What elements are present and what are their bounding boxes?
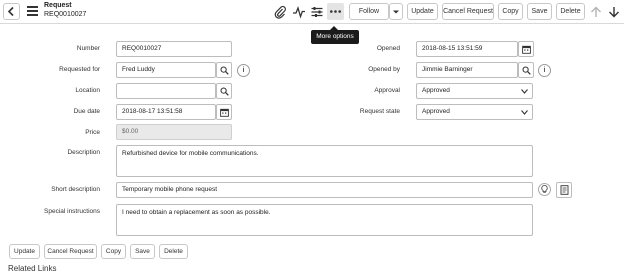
follow-button[interactable]: Follow	[349, 3, 389, 20]
requested-for-info-icon[interactable]: i	[237, 64, 250, 77]
opened-by-field[interactable]: Jimmie Barninger	[416, 62, 518, 78]
approval-value: Approved	[422, 87, 450, 94]
more-options-icon	[330, 10, 341, 13]
back-button[interactable]	[3, 3, 20, 20]
price-field: $0.00	[116, 124, 232, 140]
chevron-down-icon	[521, 89, 528, 94]
approval-label: Approval	[374, 87, 400, 94]
menu-icon[interactable]	[27, 6, 38, 16]
opened-calendar-button[interactable]	[518, 41, 534, 57]
approval-select[interactable]: Approved	[416, 83, 533, 99]
price-label: Price	[85, 129, 100, 136]
opened-by-lookup-button[interactable]	[518, 62, 534, 78]
update-button[interactable]: Update	[407, 3, 438, 20]
location-field[interactable]	[116, 83, 216, 99]
short-description-label: Short description	[51, 186, 100, 193]
opened-label: Opened	[376, 45, 400, 52]
opened-by-info-icon[interactable]: i	[538, 64, 551, 77]
footer-delete-button[interactable]: Delete	[159, 244, 188, 259]
chevron-down-icon	[521, 110, 528, 115]
footer-update-button[interactable]: Update	[9, 244, 40, 259]
due-date-field[interactable]: 2018-08-17 13:51:58	[116, 104, 216, 120]
form-header: Request REQ0010027 Follow Update Cancel …	[0, 0, 624, 24]
location-label: Location	[75, 87, 100, 94]
lightbulb-icon	[541, 185, 548, 193]
document-icon	[560, 185, 568, 195]
opened-by-label: Opened by	[368, 66, 400, 73]
cancel-request-button[interactable]: Cancel Request	[442, 3, 494, 20]
requested-for-label: Requested for	[59, 66, 100, 73]
number-field[interactable]: REQ0010027	[116, 41, 232, 57]
description-field[interactable]: Refurbished device for mobile communicat…	[116, 145, 533, 177]
related-links-heading: Related Links	[8, 264, 57, 273]
description-label: Description	[67, 149, 100, 156]
arrow-down-icon[interactable]	[607, 5, 621, 19]
back-icon	[7, 6, 14, 17]
location-lookup-button[interactable]	[216, 83, 232, 99]
more-options-button[interactable]	[327, 3, 344, 20]
due-date-label: Due date	[73, 108, 100, 115]
attachment-icon[interactable]	[273, 5, 287, 19]
search-icon	[220, 66, 229, 75]
footer-cancel-request-button[interactable]: Cancel Request	[44, 244, 97, 259]
search-icon	[220, 87, 229, 96]
arrow-up-icon[interactable]	[589, 5, 603, 19]
special-instructions-label: Special instructions	[44, 208, 100, 215]
record-type: Request	[44, 2, 72, 9]
search-icon	[522, 66, 531, 75]
calendar-icon	[521, 45, 531, 54]
request-state-value: Approved	[422, 108, 450, 115]
save-button[interactable]: Save	[527, 3, 552, 20]
settings-icon[interactable]	[310, 5, 324, 19]
requested-for-lookup-button[interactable]	[216, 62, 232, 78]
special-instructions-field[interactable]: I need to obtain a replacement as soon a…	[116, 204, 533, 236]
request-state-label: Request state	[359, 108, 400, 115]
footer-copy-button[interactable]: Copy	[101, 244, 126, 259]
follow-dropdown-button[interactable]	[389, 3, 403, 20]
knowledge-document-button[interactable]	[556, 182, 572, 198]
chevron-down-icon	[393, 10, 399, 14]
suggestion-lightbulb-icon[interactable]	[538, 183, 551, 196]
activity-icon[interactable]	[292, 5, 306, 19]
footer-save-button[interactable]: Save	[130, 244, 155, 259]
number-label: Number	[76, 45, 100, 52]
due-date-calendar-button[interactable]	[216, 104, 232, 120]
more-options-tooltip: More options	[311, 30, 359, 44]
copy-button[interactable]: Copy	[498, 3, 523, 20]
requested-for-field[interactable]: Fred Luddy	[116, 62, 216, 78]
opened-field[interactable]: 2018-08-15 13:51:59	[416, 41, 518, 57]
request-state-select[interactable]: Approved	[416, 104, 533, 120]
delete-button[interactable]: Delete	[556, 3, 585, 20]
calendar-icon	[219, 108, 229, 117]
short-description-field[interactable]: Temporary mobile phone request	[116, 182, 533, 198]
record-number: REQ0010027	[44, 11, 87, 18]
